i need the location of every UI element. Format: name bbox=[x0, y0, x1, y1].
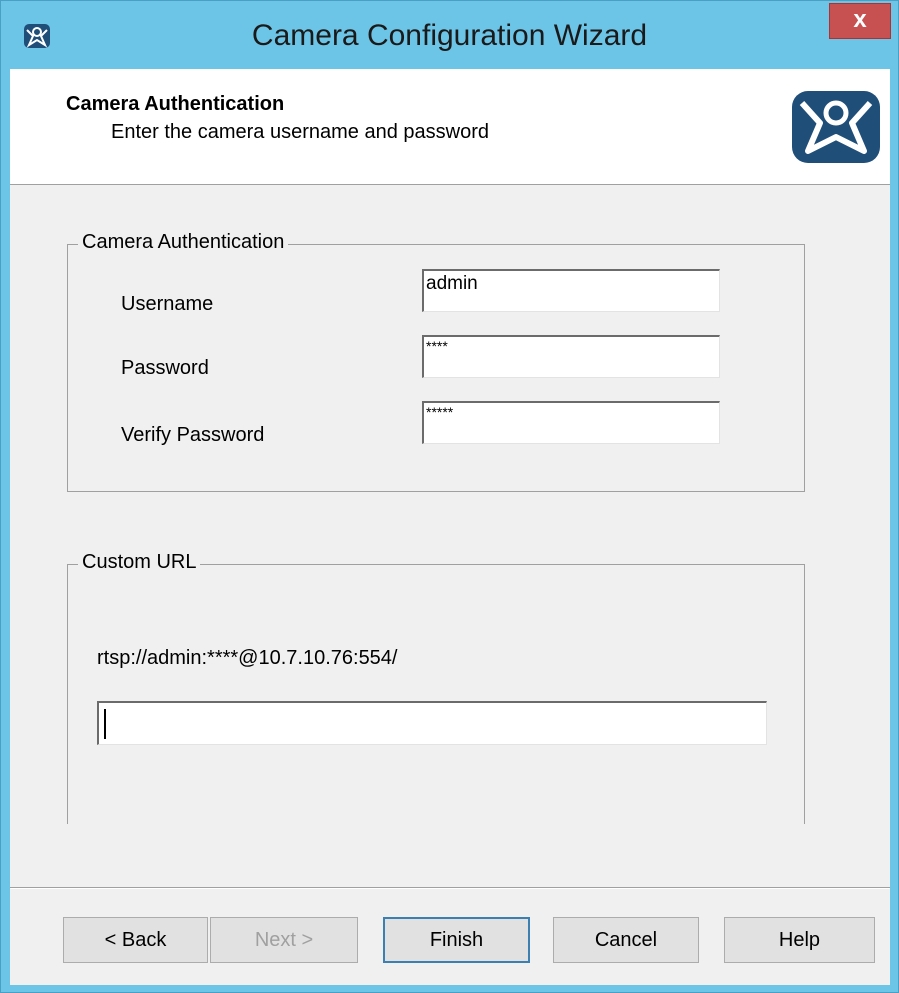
password-label: Password bbox=[121, 357, 209, 379]
close-button[interactable]: x bbox=[829, 3, 891, 39]
window-title: Camera Configuration Wizard bbox=[251, 19, 648, 52]
wizard-client-area: Camera Authentication Enter the camera u… bbox=[10, 69, 890, 985]
text-caret bbox=[104, 709, 106, 739]
thinmanager-logo-icon bbox=[792, 91, 880, 163]
verify-password-label: Verify Password bbox=[121, 424, 265, 446]
button-separator bbox=[10, 887, 890, 889]
username-label: Username bbox=[121, 293, 214, 315]
group-label-authentication: Camera Authentication bbox=[78, 231, 289, 254]
back-button[interactable]: < Back bbox=[63, 917, 208, 963]
url-display: rtsp://admin:****@10.7.10.76:554/ bbox=[97, 647, 398, 669]
page-subtitle: Enter the camera username and password bbox=[111, 121, 489, 143]
custom-url-input[interactable] bbox=[97, 701, 767, 745]
finish-button[interactable]: Finish bbox=[383, 917, 530, 963]
help-button[interactable]: Help bbox=[724, 917, 875, 963]
verify-password-field[interactable]: ***** bbox=[422, 401, 720, 444]
wizard-header: Camera Authentication Enter the camera u… bbox=[10, 69, 890, 185]
username-field[interactable]: admin bbox=[422, 269, 720, 312]
next-button[interactable]: Next > bbox=[210, 917, 358, 963]
group-label-custom-url: Custom URL bbox=[78, 551, 201, 574]
title-bar[interactable]: Camera Configuration Wizard x bbox=[1, 1, 898, 69]
custom-url-group: Custom URL bbox=[67, 551, 805, 824]
cancel-button[interactable]: Cancel bbox=[553, 917, 699, 963]
wizard-window: Camera Configuration Wizard x Camera Aut… bbox=[0, 0, 899, 993]
password-field[interactable]: **** bbox=[422, 335, 720, 378]
page-title: Camera Authentication bbox=[66, 93, 285, 115]
